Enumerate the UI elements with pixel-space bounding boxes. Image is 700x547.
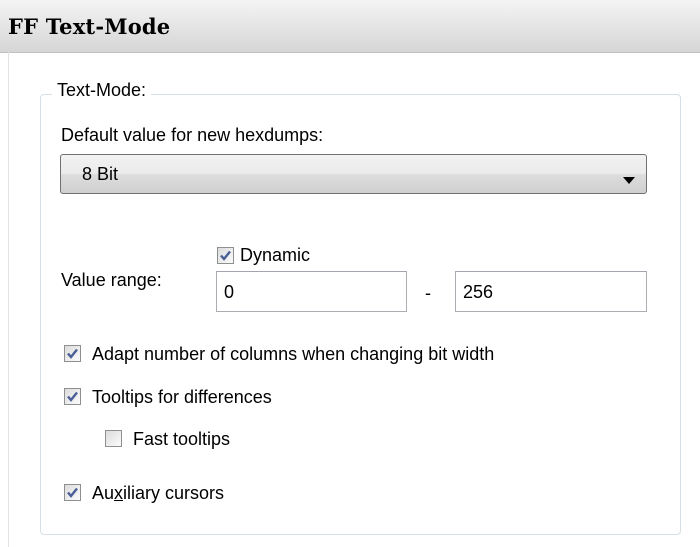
fast-tooltips-label[interactable]: Fast tooltips xyxy=(133,429,230,450)
checkmark-icon xyxy=(67,487,78,498)
chevron-down-icon xyxy=(623,171,635,189)
range-min-input[interactable]: 0 xyxy=(216,271,407,312)
auxiliary-label-accesskey: x xyxy=(114,483,124,503)
dynamic-checkbox[interactable] xyxy=(217,247,234,264)
auxiliary-cursors-checkbox[interactable] xyxy=(64,484,81,501)
adapt-columns-label[interactable]: Adapt number of columns when changing bi… xyxy=(92,344,494,365)
dynamic-label[interactable]: Dynamic xyxy=(240,245,310,266)
auxiliary-label-post: iliary cursors xyxy=(123,483,225,503)
fast-tooltips-checkbox[interactable] xyxy=(105,430,122,447)
panel-title: FF Text-Mode xyxy=(8,14,171,39)
checkmark-icon xyxy=(67,348,78,359)
panel-header: FF Text-Mode xyxy=(0,0,700,53)
auxiliary-label-pre: Au xyxy=(92,483,115,503)
auxiliary-cursors-label[interactable]: Auxiliary cursors xyxy=(92,483,224,504)
tooltips-checkbox[interactable] xyxy=(64,388,81,405)
range-max-input[interactable]: 256 xyxy=(455,271,647,312)
default-value-label: Default value for new hexdumps: xyxy=(61,125,324,145)
dropdown-selected-value: 8 Bit xyxy=(82,164,119,184)
checkmark-icon xyxy=(220,250,231,261)
value-range-label: Value range: xyxy=(61,270,162,290)
checkmark-icon xyxy=(67,391,78,402)
groupbox-legend: Text-Mode: xyxy=(52,80,152,101)
tooltips-label[interactable]: Tooltips for differences xyxy=(92,387,272,408)
range-max-value: 256 xyxy=(463,282,494,302)
adapt-columns-checkbox[interactable] xyxy=(64,345,81,362)
range-min-value: 0 xyxy=(224,282,235,302)
range-separator: - xyxy=(425,283,431,303)
panel-left-border xyxy=(8,52,9,547)
hexdump-default-dropdown[interactable]: 8 Bit xyxy=(60,154,647,194)
